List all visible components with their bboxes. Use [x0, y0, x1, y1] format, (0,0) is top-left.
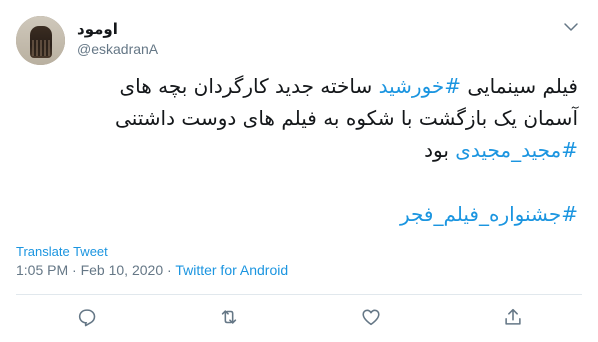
hashtag-link[interactable]: #جشنواره_فیلم_فجر [400, 202, 578, 226]
user-handle[interactable]: @eskadranA [77, 41, 158, 57]
tweet-text: فیلم سینمایی #خورشید ساخته جدید کارگردان… [20, 70, 578, 230]
reply-icon[interactable] [76, 306, 98, 328]
tweet-time[interactable]: 1:05 PM [16, 262, 68, 278]
tweet-text-segment: بود [424, 138, 456, 162]
user-names[interactable]: اومود @eskadranA [77, 20, 158, 57]
hashtag-link[interactable]: #خورشید [379, 74, 461, 98]
tweet-text-segment: ساخته جدید کارگردان بچه های [119, 74, 379, 98]
tweet-text-segment: فیلم سینمایی [461, 74, 578, 98]
display-name[interactable]: اومود [77, 20, 158, 38]
heart-icon[interactable] [360, 306, 382, 328]
translate-tweet-link[interactable]: Translate Tweet [16, 244, 108, 259]
tweet-line-3: #مجید_مجیدی بود [20, 134, 578, 166]
hashtag-link[interactable]: #مجید_مجیدی [455, 138, 578, 162]
tweet-header: اومود @eskadranA [16, 14, 582, 66]
retweet-icon[interactable] [218, 306, 240, 328]
avatar[interactable] [16, 16, 65, 65]
tweet-text-segment: آسمان یک بازگشت با شکوه به فیلم های دوست… [115, 106, 578, 130]
chevron-down-icon[interactable] [562, 18, 580, 36]
action-bar [0, 306, 598, 332]
divider [16, 294, 582, 295]
tweet-meta: 1:05 PM · Feb 10, 2020 · Twitter for And… [16, 262, 288, 278]
share-icon[interactable] [502, 306, 524, 328]
tweet-date[interactable]: Feb 10, 2020 [81, 262, 164, 278]
tweet-line-1: فیلم سینمایی #خورشید ساخته جدید کارگردان… [20, 70, 578, 102]
meta-separator: · [163, 262, 176, 278]
avatar-detail [32, 40, 50, 56]
tweet-card: اومود @eskadranA فیلم سینمایی #خورشید سا… [0, 0, 598, 342]
tweet-line-4: #جشنواره_فیلم_فجر [20, 198, 578, 230]
tweet-line-2: آسمان یک بازگشت با شکوه به فیلم های دوست… [20, 102, 578, 134]
tweet-source-link[interactable]: Twitter for Android [175, 262, 288, 278]
meta-separator: · [68, 262, 81, 278]
